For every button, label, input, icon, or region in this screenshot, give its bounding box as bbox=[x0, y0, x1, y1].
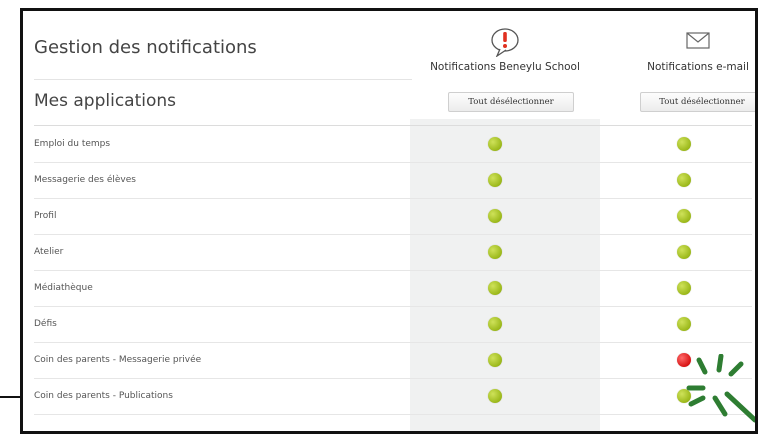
email-toggle-messagerie[interactable] bbox=[677, 173, 691, 187]
row-label: Coin des parents - Messagerie privée bbox=[34, 355, 202, 365]
email-toggle-atelier[interactable] bbox=[677, 245, 691, 259]
table-row: Emploi du temps bbox=[34, 126, 752, 163]
school-toggle-emploi-du-temps[interactable] bbox=[488, 137, 502, 151]
school-toggle-defis[interactable] bbox=[488, 317, 502, 331]
column-label-email: Notifications e-mail bbox=[647, 61, 749, 73]
school-toggle-mediatheque[interactable] bbox=[488, 281, 502, 295]
school-toggle-parents-messagerie[interactable] bbox=[488, 353, 502, 367]
table-row: Coin des parents - Publications bbox=[34, 378, 752, 415]
table-row: Profil bbox=[34, 198, 752, 235]
table-row: Défis bbox=[34, 306, 752, 343]
table-row: Atelier bbox=[34, 234, 752, 271]
column-label-school: Notifications Beneylu School bbox=[430, 61, 580, 73]
school-toggle-atelier[interactable] bbox=[488, 245, 502, 259]
row-label: Emploi du temps bbox=[34, 139, 111, 149]
table-row: Messagerie des élèves bbox=[34, 162, 752, 199]
envelope-icon bbox=[684, 27, 712, 55]
school-toggle-messagerie[interactable] bbox=[488, 173, 502, 187]
email-toggle-defis[interactable] bbox=[677, 317, 691, 331]
callout-line bbox=[0, 396, 22, 398]
alert-bubble-icon bbox=[489, 27, 521, 61]
page-title: Gestion des notifications bbox=[34, 37, 257, 58]
header-divider bbox=[34, 79, 412, 80]
email-toggle-emploi-du-temps[interactable] bbox=[677, 137, 691, 151]
notification-settings-panel: Gestion des notifications Mes applicatio… bbox=[20, 8, 758, 434]
section-title: Mes applications bbox=[34, 91, 177, 111]
row-label: Messagerie des élèves bbox=[34, 175, 136, 185]
highlight-burst-icon bbox=[685, 353, 755, 428]
deselect-all-email-button[interactable]: Tout désélectionner bbox=[640, 92, 755, 112]
table-row: Coin des parents - Messagerie privée bbox=[34, 342, 752, 379]
row-label: Défis bbox=[34, 319, 57, 329]
email-toggle-profil[interactable] bbox=[677, 209, 691, 223]
table-row: Médiathèque bbox=[34, 270, 752, 307]
row-label: Médiathèque bbox=[34, 283, 93, 293]
row-label: Atelier bbox=[34, 247, 64, 257]
school-toggle-parents-publications[interactable] bbox=[488, 389, 502, 403]
email-toggle-mediatheque[interactable] bbox=[677, 281, 691, 295]
school-toggle-profil[interactable] bbox=[488, 209, 502, 223]
row-label: Profil bbox=[34, 211, 57, 221]
deselect-all-school-button[interactable]: Tout désélectionner bbox=[448, 92, 574, 112]
